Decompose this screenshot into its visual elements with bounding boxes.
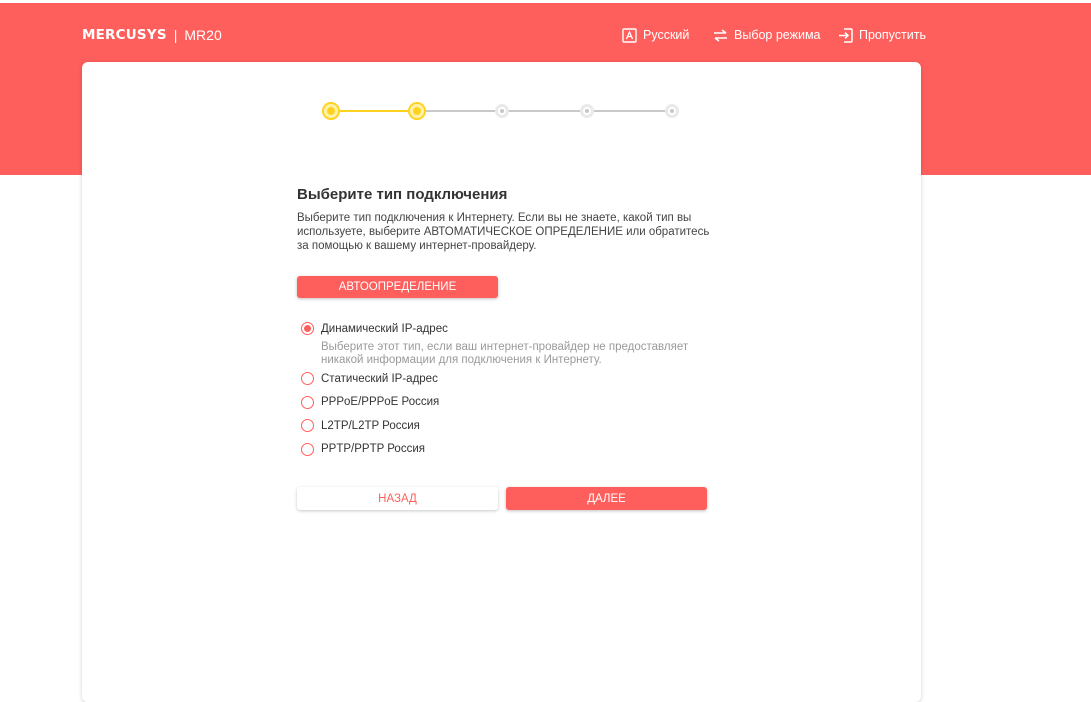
logo: MERCUSYS | MR20 (82, 27, 222, 43)
logo-separator: | (173, 27, 178, 43)
radio-dynamic-ip[interactable] (301, 322, 314, 335)
step-2-dot (408, 102, 426, 120)
language-label: Русский (643, 28, 690, 42)
step-4-dot (580, 104, 594, 118)
wizard-card: Выберите тип подключения Выберите тип по… (82, 62, 921, 702)
mode-selector[interactable]: Выбор режима (713, 25, 821, 45)
option-label: Статический IP-адрес (321, 372, 438, 385)
option-label: PPTP/PPTP Россия (321, 443, 425, 455)
page-description: Выберите тип подключения к Интернету. Ес… (297, 212, 710, 252)
connection-type-section: Выберите тип подключения Выберите тип по… (297, 185, 717, 510)
swap-arrows-icon (714, 28, 727, 42)
radio-pppoe[interactable] (301, 395, 314, 409)
option-pppoe[interactable]: PPPoE/PPPoE Россия (301, 394, 721, 411)
step-line-1 (336, 110, 416, 112)
radio-pptp[interactable] (301, 442, 314, 456)
option-label: Динамический IP-адрес (321, 322, 448, 335)
exit-icon (839, 27, 853, 43)
next-button[interactable]: ДАЛЕЕ (506, 487, 707, 510)
radio-static-ip[interactable] (301, 372, 314, 385)
skip-label: Пропустить (859, 28, 926, 42)
option-l2tp[interactable]: L2TP/L2TP Россия (301, 417, 721, 434)
page-title: Выберите тип подключения (297, 186, 508, 203)
option-dynamic-ip[interactable]: Динамический IP-адрес (301, 320, 721, 337)
option-label: L2TP/L2TP Россия (321, 419, 420, 432)
auto-detect-button[interactable]: АВТООПРЕДЕЛЕНИЕ (297, 276, 498, 298)
radio-l2tp[interactable] (301, 419, 314, 432)
option-static-ip[interactable]: Статический IP-адрес (301, 370, 721, 387)
language-icon (622, 27, 637, 43)
connection-type-options: Динамический IP-адрес Выберите этот тип,… (301, 320, 721, 458)
option-label: PPPoE/PPPoE Россия (321, 396, 440, 408)
option-pptp[interactable]: PPTP/PPTP Россия (301, 441, 721, 458)
mode-label: Выбор режима (734, 28, 821, 42)
progress-stepper (322, 102, 682, 122)
navigation-buttons: НАЗАД ДАЛЕЕ (297, 487, 717, 511)
option-dynamic-ip-note: Выберите этот тип, если ваш интернет-про… (321, 341, 689, 366)
skip-link[interactable]: Пропустить (838, 25, 926, 45)
step-3-dot (495, 104, 509, 118)
step-5-dot (665, 104, 679, 118)
language-selector[interactable]: Русский (622, 25, 689, 45)
step-line-2 (420, 110, 502, 112)
model-name: MR20 (184, 27, 222, 43)
step-line-3 (506, 110, 588, 112)
step-line-4 (592, 110, 674, 112)
step-1-dot (322, 102, 340, 120)
brand-logo: MERCUSYS (82, 27, 167, 43)
top-bar: MERCUSYS | MR20 Русский Выбор режима Про… (0, 3, 1091, 65)
back-button[interactable]: НАЗАД (297, 487, 498, 510)
